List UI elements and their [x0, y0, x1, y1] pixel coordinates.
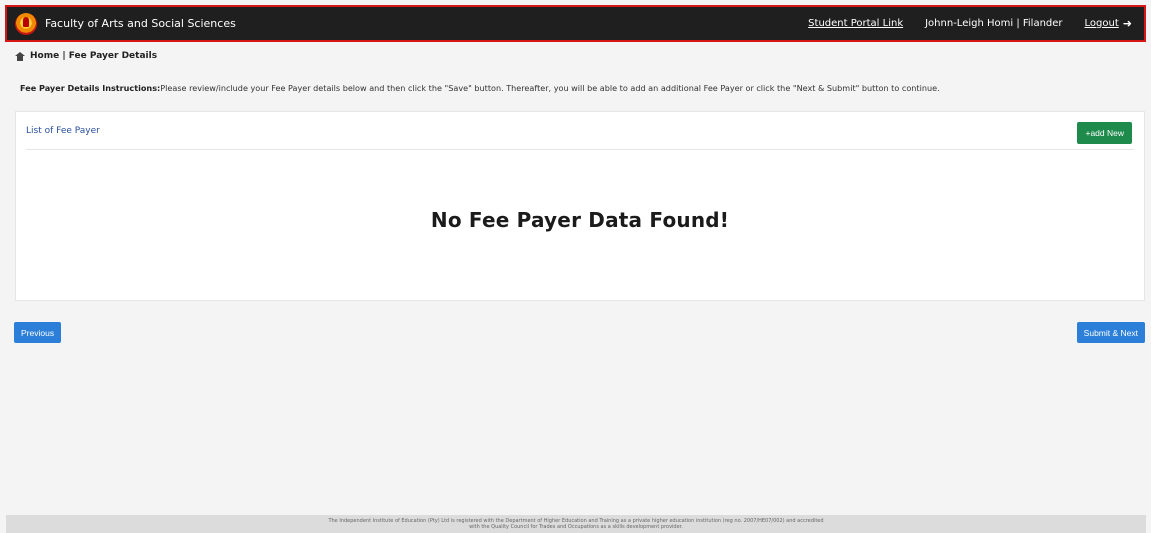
logout-link[interactable]: Logout ➜	[1085, 17, 1132, 30]
header-right-group: Student Portal Link Johnn-Leigh Homi | F…	[808, 17, 1144, 30]
student-portal-link[interactable]: Student Portal Link	[808, 18, 903, 29]
breadcrumb-text[interactable]: Home | Fee Payer Details	[30, 51, 157, 61]
instructions: Fee Payer Details Instructions:Please re…	[20, 83, 1140, 93]
logout-icon[interactable]: ➜	[1123, 17, 1132, 30]
empty-state-message: No Fee Payer Data Found!	[430, 208, 730, 232]
card-header: List of Fee Payer +add New	[26, 112, 1134, 150]
instructions-label: Fee Payer Details Instructions:	[20, 83, 161, 93]
card-title: List of Fee Payer	[26, 126, 100, 136]
page: Faculty of Arts and Social Sciences Stud…	[0, 0, 1151, 533]
submit-next-button[interactable]: Submit & Next	[1076, 322, 1145, 343]
app-title: Faculty of Arts and Social Sciences	[45, 17, 236, 30]
logout-label[interactable]: Logout	[1085, 18, 1119, 29]
footer: The Independent Institute of Education (…	[6, 515, 1146, 533]
add-new-button[interactable]: +add New	[1077, 122, 1132, 144]
top-header: Faculty of Arts and Social Sciences Stud…	[5, 5, 1146, 42]
home-icon[interactable]	[15, 51, 25, 61]
previous-button[interactable]: Previous	[14, 322, 62, 343]
footer-line-2: with the Quality Council for Trades and …	[469, 524, 683, 530]
faculty-logo-icon	[15, 12, 37, 35]
instructions-text: Please review/include your Fee Payer det…	[160, 83, 940, 93]
fee-payer-card: List of Fee Payer +add New No Fee Payer …	[15, 111, 1145, 301]
breadcrumb: Home | Fee Payer Details	[15, 51, 157, 61]
user-name: Johnn-Leigh Homi | Filander	[925, 18, 1063, 29]
